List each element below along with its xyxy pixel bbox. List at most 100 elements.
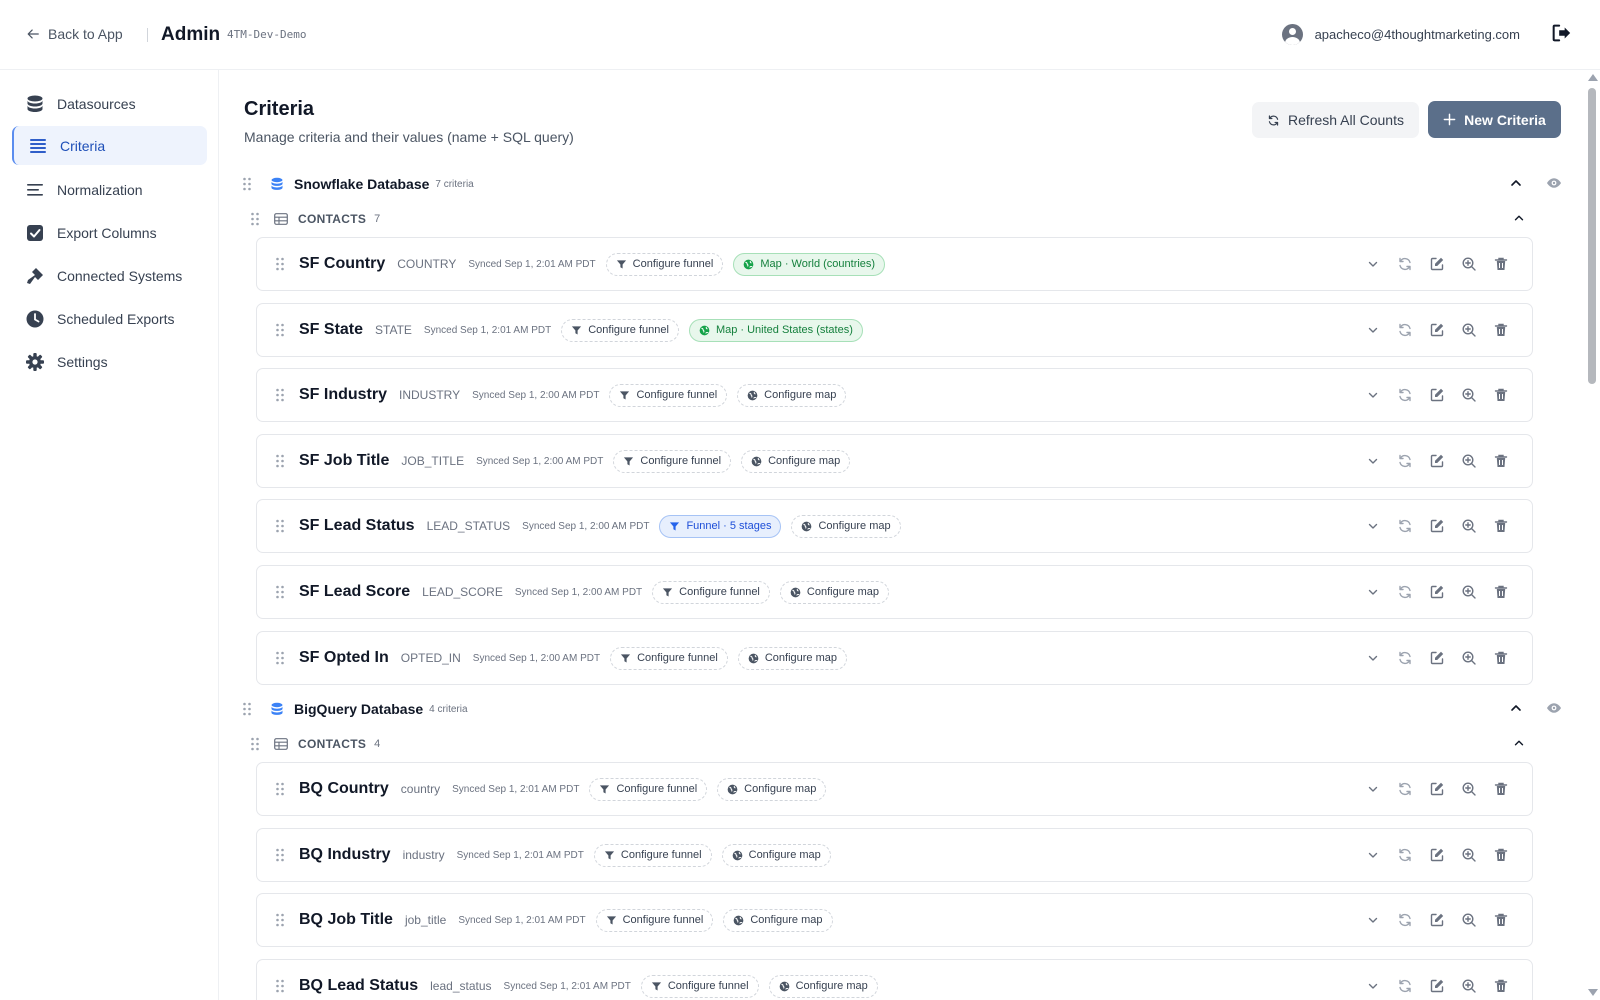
- configure-map-button[interactable]: Configure map: [717, 777, 827, 801]
- sidebar-item-connected-systems[interactable]: Connected Systems: [12, 256, 207, 295]
- chevron-down-icon[interactable]: [1365, 518, 1381, 534]
- refresh-icon[interactable]: [1397, 256, 1413, 272]
- zoom-in-icon[interactable]: [1461, 912, 1477, 928]
- edit-icon[interactable]: [1429, 256, 1445, 272]
- configure-funnel-button[interactable]: Configure funnel: [561, 318, 679, 342]
- refresh-icon[interactable]: [1397, 650, 1413, 666]
- sidebar-item-scheduled-exports[interactable]: Scheduled Exports: [12, 299, 207, 338]
- chevron-down-icon[interactable]: [1365, 912, 1381, 928]
- criteria-row[interactable]: SF Country COUNTRY Synced Sep 1, 2:01 AM P…: [256, 237, 1533, 291]
- sidebar-item-export-columns[interactable]: Export Columns: [12, 213, 207, 252]
- configure-funnel-button[interactable]: Configure funnel: [605, 252, 724, 276]
- configure-funnel-button[interactable]: Configure funnel: [652, 580, 770, 604]
- edit-icon[interactable]: [1429, 650, 1445, 666]
- edit-icon[interactable]: [1429, 518, 1445, 534]
- sidebar-item-datasources[interactable]: Datasources: [12, 84, 207, 123]
- trash-icon[interactable]: [1493, 518, 1509, 534]
- zoom-in-icon[interactable]: [1461, 978, 1477, 994]
- chevron-down-icon[interactable]: [1365, 322, 1381, 338]
- funnel-badge[interactable]: Funnel · 5 stages: [659, 514, 782, 538]
- criteria-row[interactable]: BQ Industry industry Synced Sep 1, 2:01 AM…: [256, 828, 1533, 882]
- zoom-in-icon[interactable]: [1461, 781, 1477, 797]
- criteria-row[interactable]: SF Lead Status LEAD_STATUS Synced Sep 1, 2…: [256, 499, 1533, 553]
- criteria-row[interactable]: BQ Job Title job_title Synced Sep 1, 2:01 …: [256, 893, 1533, 947]
- criteria-row[interactable]: SF Opted In OPTED_IN Synced Sep 1, 2:00 AM…: [256, 631, 1533, 685]
- criteria-row[interactable]: BQ Lead Status lead_status Synced Sep 1, 2…: [256, 959, 1533, 1000]
- eye-icon[interactable]: [1546, 700, 1562, 716]
- user-menu[interactable]: apacheco@4thoughtmarketing.com: [1281, 24, 1520, 45]
- configure-funnel-button[interactable]: Configure funnel: [640, 974, 759, 998]
- configure-funnel-button[interactable]: Configure funnel: [589, 777, 708, 801]
- configure-map-button[interactable]: Configure map: [741, 449, 851, 473]
- drag-handle-icon[interactable]: [250, 212, 260, 226]
- trash-icon[interactable]: [1493, 650, 1509, 666]
- refresh-all-counts-button[interactable]: Refresh All Counts: [1252, 102, 1419, 138]
- refresh-icon[interactable]: [1397, 518, 1413, 534]
- configure-map-button[interactable]: Configure map: [779, 580, 890, 604]
- drag-handle-icon[interactable]: [275, 323, 285, 337]
- sidebar-item-criteria[interactable]: Criteria: [12, 126, 207, 165]
- refresh-icon[interactable]: [1397, 978, 1413, 994]
- drag-handle-icon[interactable]: [275, 979, 285, 993]
- trash-icon[interactable]: [1493, 781, 1509, 797]
- drag-handle-icon[interactable]: [275, 848, 285, 862]
- edit-icon[interactable]: [1429, 847, 1445, 863]
- chevron-down-icon[interactable]: [1365, 847, 1381, 863]
- configure-map-button[interactable]: Configure map: [737, 646, 847, 670]
- map-badge[interactable]: Map · United States (states): [688, 318, 863, 342]
- chevron-down-icon[interactable]: [1365, 453, 1381, 469]
- refresh-icon[interactable]: [1397, 781, 1413, 797]
- refresh-icon[interactable]: [1397, 584, 1413, 600]
- configure-map-button[interactable]: Configure map: [723, 908, 833, 932]
- trash-icon[interactable]: [1493, 322, 1509, 338]
- drag-handle-icon[interactable]: [275, 519, 285, 533]
- chevron-down-icon[interactable]: [1365, 584, 1381, 600]
- edit-icon[interactable]: [1429, 453, 1445, 469]
- refresh-icon[interactable]: [1397, 322, 1413, 338]
- chevron-up-icon[interactable]: [1508, 700, 1524, 716]
- refresh-icon[interactable]: [1397, 387, 1413, 403]
- refresh-icon[interactable]: [1397, 912, 1413, 928]
- back-to-app-link[interactable]: Back to App: [26, 26, 123, 42]
- drag-handle-icon[interactable]: [242, 702, 252, 716]
- edit-icon[interactable]: [1429, 978, 1445, 994]
- trash-icon[interactable]: [1493, 256, 1509, 272]
- chevron-down-icon[interactable]: [1365, 256, 1381, 272]
- criteria-row[interactable]: SF Job Title JOB_TITLE Synced Sep 1, 2:00 …: [256, 434, 1533, 488]
- sidebar-item-normalization[interactable]: Normalization: [12, 170, 207, 209]
- scrollbar[interactable]: [1586, 72, 1598, 1000]
- edit-icon[interactable]: [1429, 912, 1445, 928]
- sidebar-item-settings[interactable]: Settings: [12, 342, 207, 381]
- zoom-in-icon[interactable]: [1461, 650, 1477, 666]
- zoom-in-icon[interactable]: [1461, 322, 1477, 338]
- edit-icon[interactable]: [1429, 584, 1445, 600]
- configure-map-button[interactable]: Configure map: [791, 514, 901, 538]
- criteria-row[interactable]: SF Lead Score LEAD_SCORE Synced Sep 1, 2:0…: [256, 565, 1533, 619]
- new-criteria-button[interactable]: New Criteria: [1428, 101, 1561, 138]
- drag-handle-icon[interactable]: [275, 388, 285, 402]
- configure-map-button[interactable]: Configure map: [768, 974, 878, 998]
- zoom-in-icon[interactable]: [1461, 453, 1477, 469]
- refresh-icon[interactable]: [1397, 847, 1413, 863]
- drag-handle-icon[interactable]: [250, 737, 260, 751]
- zoom-in-icon[interactable]: [1461, 518, 1477, 534]
- chevron-up-icon[interactable]: [1512, 736, 1526, 750]
- edit-icon[interactable]: [1429, 387, 1445, 403]
- logout-icon[interactable]: [1550, 22, 1572, 44]
- chevron-up-icon[interactable]: [1508, 175, 1524, 191]
- trash-icon[interactable]: [1493, 584, 1509, 600]
- configure-funnel-button[interactable]: Configure funnel: [613, 449, 732, 473]
- zoom-in-icon[interactable]: [1461, 256, 1477, 272]
- map-badge[interactable]: Map · World (countries): [733, 252, 886, 276]
- drag-handle-icon[interactable]: [275, 913, 285, 927]
- trash-icon[interactable]: [1493, 453, 1509, 469]
- drag-handle-icon[interactable]: [242, 177, 252, 191]
- scroll-up-arrow[interactable]: [1588, 74, 1598, 81]
- criteria-row[interactable]: SF Industry INDUSTRY Synced Sep 1, 2:00 AM…: [256, 368, 1533, 422]
- edit-icon[interactable]: [1429, 781, 1445, 797]
- chevron-down-icon[interactable]: [1365, 650, 1381, 666]
- zoom-in-icon[interactable]: [1461, 387, 1477, 403]
- chevron-down-icon[interactable]: [1365, 781, 1381, 797]
- refresh-icon[interactable]: [1397, 453, 1413, 469]
- configure-funnel-button[interactable]: Configure funnel: [610, 646, 728, 670]
